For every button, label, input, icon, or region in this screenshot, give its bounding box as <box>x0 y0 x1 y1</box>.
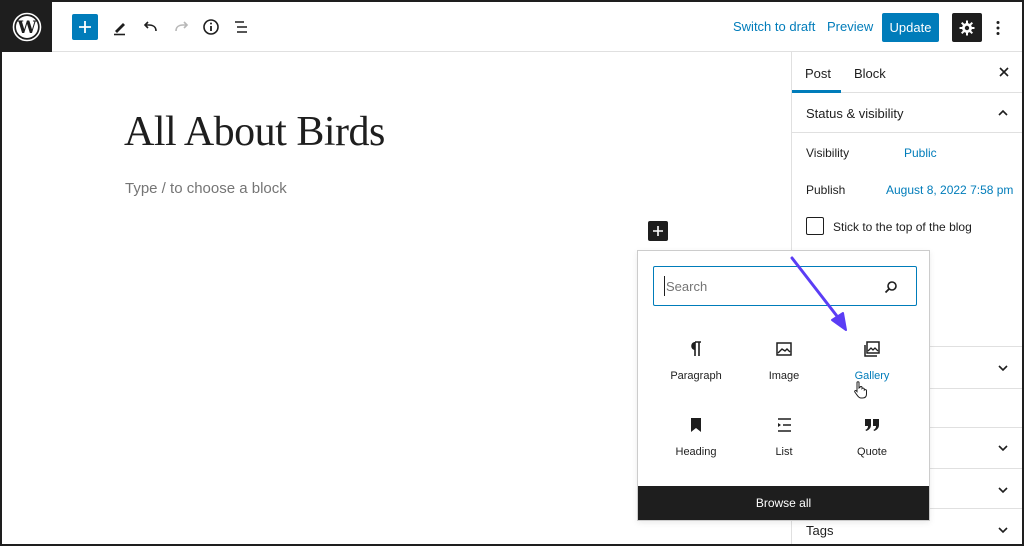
sticky-checkbox[interactable] <box>806 217 824 235</box>
chevron-down-icon[interactable] <box>995 482 1011 498</box>
quote-icon <box>862 415 882 435</box>
redo-icon <box>175 21 189 32</box>
info-icon <box>203 19 219 35</box>
block-item-heading[interactable]: Heading <box>652 415 738 479</box>
svg-text:W: W <box>16 18 37 38</box>
sidebar-tabs: Post Block <box>792 52 1022 93</box>
visibility-label: Visibility <box>806 146 850 160</box>
gear-icon <box>959 20 975 35</box>
search-icon <box>884 281 897 294</box>
status-visibility-header[interactable]: Status & visibility <box>792 93 1022 133</box>
inline-add-block-button[interactable] <box>648 221 668 241</box>
block-item-paragraph[interactable]: Paragraph <box>652 339 738 403</box>
close-icon[interactable] <box>996 64 1012 80</box>
block-label: Paragraph <box>670 370 722 382</box>
list-view-icon <box>235 21 247 33</box>
status-visibility-label: Status & visibility <box>806 106 904 121</box>
sticky-label: Stick to the top of the blog <box>833 220 972 234</box>
post-title[interactable]: All About Birds <box>124 108 385 156</box>
visibility-value[interactable]: Public <box>904 146 937 160</box>
chevron-down-icon[interactable] <box>995 360 1011 376</box>
undo-button[interactable] <box>138 14 164 40</box>
heading-icon <box>686 415 706 435</box>
publish-date-value[interactable]: August 8, 2022 7:58 pm <box>886 183 1013 197</box>
tags-section-label[interactable]: Tags <box>806 523 833 538</box>
block-label: Quote <box>857 446 887 458</box>
block-item-list[interactable]: List <box>740 415 826 479</box>
block-search-input[interactable] <box>664 276 874 296</box>
list-view-button[interactable] <box>228 14 254 40</box>
image-icon <box>774 339 794 359</box>
preview-button[interactable]: Preview <box>827 19 873 34</box>
block-label: Image <box>768 370 800 382</box>
pencil-icon <box>114 23 125 36</box>
plus-icon <box>653 226 663 236</box>
list-icon <box>774 415 794 435</box>
chevron-down-icon[interactable] <box>995 522 1011 538</box>
tab-post[interactable]: Post <box>805 66 831 81</box>
add-block-button[interactable] <box>72 14 98 40</box>
block-inserter-popover: Paragraph Image Gallery Heading List <box>637 250 930 521</box>
details-button[interactable] <box>198 14 224 40</box>
tab-block[interactable]: Block <box>854 66 886 81</box>
block-item-quote[interactable]: Quote <box>828 415 914 479</box>
chevron-up-icon <box>998 109 1008 116</box>
chevron-down-icon[interactable] <box>995 440 1011 456</box>
paragraph-icon <box>686 339 706 359</box>
block-item-image[interactable]: Image <box>740 339 826 403</box>
undo-icon <box>143 21 157 32</box>
options-button[interactable] <box>988 13 1008 42</box>
block-search-box <box>653 266 917 306</box>
plus-icon <box>79 21 91 33</box>
editor-window: W Switch to draft Preview Update All Abo… <box>0 0 1024 546</box>
block-label: List <box>775 446 793 458</box>
top-toolbar: W Switch to draft Preview Update <box>2 2 1022 52</box>
block-label: Heading <box>675 446 717 458</box>
browse-all-button[interactable]: Browse all <box>638 486 929 520</box>
update-button[interactable]: Update <box>882 13 939 42</box>
more-vertical-icon <box>996 20 1000 35</box>
switch-to-draft-button[interactable]: Switch to draft <box>733 19 815 34</box>
block-placeholder[interactable]: Type / to choose a block <box>125 180 287 197</box>
wordpress-logo-icon[interactable]: W <box>2 2 52 52</box>
gallery-icon <box>862 339 882 359</box>
block-label: Gallery <box>854 370 890 382</box>
header-border-mask <box>792 93 1022 94</box>
redo-button[interactable] <box>168 14 194 40</box>
block-item-gallery[interactable]: Gallery <box>828 339 914 403</box>
settings-button[interactable] <box>952 13 982 42</box>
tools-button[interactable] <box>107 14 133 40</box>
publish-label: Publish <box>806 183 846 197</box>
